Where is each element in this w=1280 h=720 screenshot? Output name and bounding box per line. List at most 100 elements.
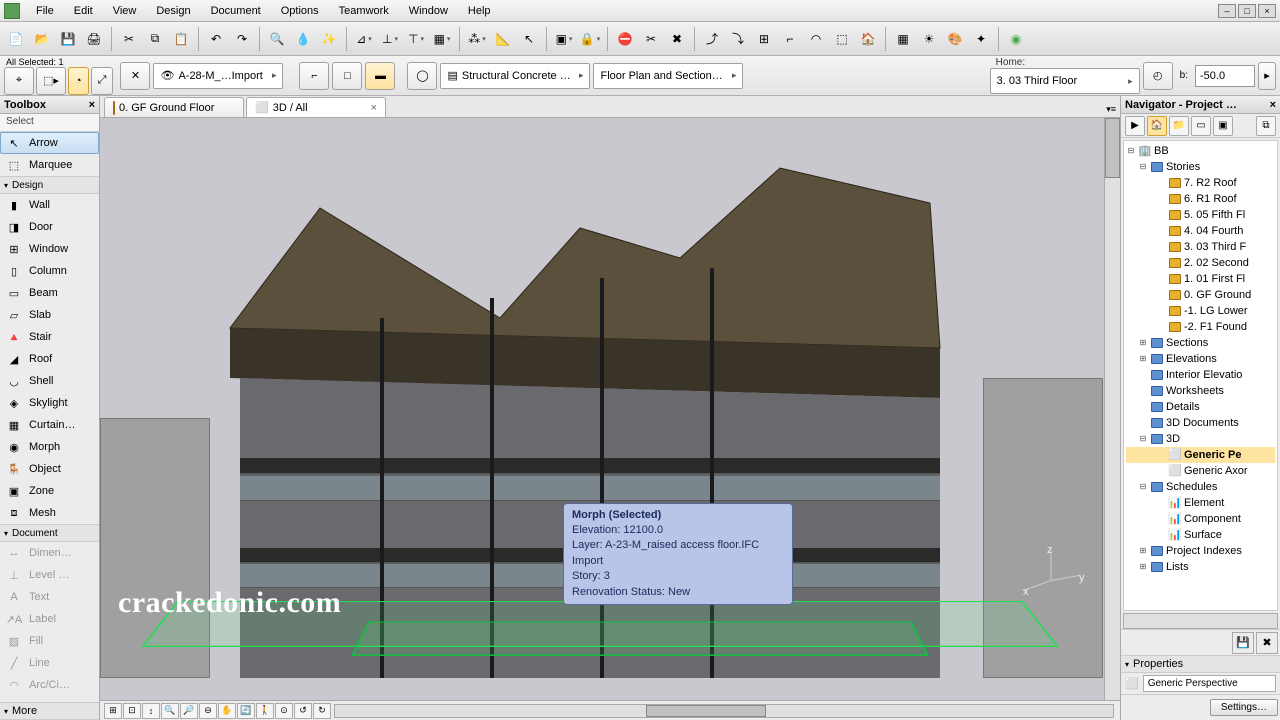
menu-view[interactable]: View <box>103 3 147 19</box>
guide4-icon[interactable]: ▦ <box>430 27 454 51</box>
tree-sched-element[interactable]: 📊Element <box>1126 495 1275 511</box>
save-icon[interactable]: 💾 <box>56 27 80 51</box>
op3-icon[interactable]: ⊞ <box>752 27 776 51</box>
eyedropper-icon[interactable]: 💧 <box>291 27 315 51</box>
tree-schedules[interactable]: ⊟Schedules <box>1126 479 1275 495</box>
op5-icon[interactable]: ◠ <box>804 27 828 51</box>
tool-mesh[interactable]: ⧈Mesh <box>0 502 99 524</box>
menu-file[interactable]: File <box>26 3 64 19</box>
ib-cross-btn[interactable]: ✕ <box>120 62 150 90</box>
vb-icon12[interactable]: ↻ <box>313 703 331 719</box>
tool-text[interactable]: AText <box>0 586 99 608</box>
nav-tb1[interactable]: ▶ <box>1125 116 1145 136</box>
tree-elevations[interactable]: ⊞Elevations <box>1126 351 1275 367</box>
op4-icon[interactable]: ⌐ <box>778 27 802 51</box>
new-icon[interactable]: 📄 <box>4 27 28 51</box>
vb-icon1[interactable]: ⊞ <box>104 703 122 719</box>
properties-value[interactable]: Generic Perspective <box>1143 675 1276 692</box>
menu-window[interactable]: Window <box>399 3 458 19</box>
maximize-button[interactable]: □ <box>1238 4 1256 18</box>
vb-icon3[interactable]: ↕ <box>142 703 160 719</box>
tool-stair[interactable]: 🔺Stair <box>0 326 99 348</box>
vb-icon8[interactable]: 🔄 <box>237 703 255 719</box>
tool-shell[interactable]: ◡Shell <box>0 370 99 392</box>
nav-tb5[interactable]: ▣ <box>1213 116 1233 136</box>
tool-window[interactable]: ⊞Window <box>0 238 99 260</box>
3d-viewport[interactable]: Morph (Selected) Elevation: 12100.0 Laye… <box>100 118 1120 700</box>
horizontal-scrollbar[interactable] <box>334 704 1114 718</box>
shape1-btn[interactable]: ⌐ <box>299 62 329 90</box>
tool-skylight[interactable]: ◈Skylight <box>0 392 99 414</box>
arrow-tool-icon[interactable]: ↖ <box>517 27 541 51</box>
vb-icon4[interactable]: 🔍 <box>161 703 179 719</box>
shape3-btn[interactable]: ▬ <box>365 62 395 90</box>
material-dropdown[interactable]: ▤ Structural Concrete … <box>440 63 590 89</box>
tool-arc[interactable]: ◠Arc/Ci… <box>0 674 99 696</box>
tool-dimension[interactable]: ↔Dimen… <box>0 542 99 564</box>
wand-icon[interactable]: ✨ <box>317 27 341 51</box>
render2-icon[interactable]: ☀ <box>917 27 941 51</box>
tool-zone[interactable]: ▣Zone <box>0 480 99 502</box>
cancel-icon[interactable]: ✖ <box>665 27 689 51</box>
measure-icon[interactable]: 📐 <box>491 27 515 51</box>
tree-interior[interactable]: Interior Elevatio <box>1126 367 1275 383</box>
project-tree[interactable]: ⊟🏢BB ⊟Stories 7. R2 Roof 6. R1 Roof 5. 0… <box>1123 140 1278 611</box>
op7-icon[interactable]: 🏠 <box>856 27 880 51</box>
tree-sections[interactable]: ⊞Sections <box>1126 335 1275 351</box>
nav-tb3[interactable]: 📁 <box>1169 116 1189 136</box>
redo-icon[interactable]: ↷ <box>230 27 254 51</box>
vb-icon7[interactable]: ✋ <box>218 703 236 719</box>
close-button[interactable]: × <box>1258 4 1276 18</box>
lock-icon[interactable]: 🔒 <box>578 27 602 51</box>
op1-icon[interactable]: ⤴ <box>700 27 724 51</box>
nav-tb6[interactable]: ⧉ <box>1256 116 1276 136</box>
menu-teamwork[interactable]: Teamwork <box>329 3 399 19</box>
tree-story-0[interactable]: 0. GF Ground <box>1126 287 1275 303</box>
tree-3d[interactable]: ⊟3D <box>1126 431 1275 447</box>
tool-fill[interactable]: ▨Fill <box>0 630 99 652</box>
b-value-field[interactable]: -50.0 <box>1195 65 1255 87</box>
ib-layer-btn[interactable]: ◔ <box>68 67 89 95</box>
tool-door[interactable]: ◨Door <box>0 216 99 238</box>
menu-design[interactable]: Design <box>146 3 200 19</box>
tool-morph[interactable]: ◉Morph <box>0 436 99 458</box>
tool-roof[interactable]: ◢Roof <box>0 348 99 370</box>
tool-object[interactable]: 🪑Object <box>0 458 99 480</box>
render4-icon[interactable]: ✦ <box>969 27 993 51</box>
tree-story-1[interactable]: 1. 01 First Fl <box>1126 271 1275 287</box>
tree-story-4[interactable]: 4. 04 Fourth <box>1126 223 1275 239</box>
vb-icon5[interactable]: 🔎 <box>180 703 198 719</box>
navigator-close-icon[interactable]: × <box>1270 99 1276 111</box>
tool-level[interactable]: ⊥Level … <box>0 564 99 586</box>
tree-3d-docs[interactable]: 3D Documents <box>1126 415 1275 431</box>
layer-dropdown[interactable]: 👁 A-28-M_…Import <box>153 63 283 89</box>
tree-sched-surface[interactable]: 📊Surface <box>1126 527 1275 543</box>
tool-label[interactable]: ↗ALabel <box>0 608 99 630</box>
nav-tb4[interactable]: ▭ <box>1191 116 1211 136</box>
view-dropdown[interactable]: Floor Plan and Section… <box>593 63 743 89</box>
undo-icon[interactable]: ↶ <box>204 27 228 51</box>
guide2-icon[interactable]: ⊥ <box>378 27 402 51</box>
tree-generic-axo[interactable]: ⬜Generic Axor <box>1126 463 1275 479</box>
tabs-menu-icon[interactable]: ▾≡ <box>1102 102 1120 117</box>
ib-btn1[interactable]: ⌖ <box>4 67 34 95</box>
tool-marquee[interactable]: ⬚Marquee <box>0 154 99 176</box>
tree-project-indexes[interactable]: ⊞Project Indexes <box>1126 543 1275 559</box>
vb-icon10[interactable]: ⊙ <box>275 703 293 719</box>
nav-delete-icon[interactable]: ✖ <box>1256 632 1278 654</box>
ib-mirror-btn[interactable]: ⤢ <box>91 67 114 95</box>
render3-icon[interactable]: 🎨 <box>943 27 967 51</box>
guide1-icon[interactable]: ⊿ <box>352 27 376 51</box>
tree-story-n2[interactable]: -2. F1 Found <box>1126 319 1275 335</box>
vb-icon2[interactable]: ⊡ <box>123 703 141 719</box>
b-go-btn[interactable]: ▸ <box>1258 62 1276 90</box>
toolbox-document-section[interactable]: Document <box>0 524 99 542</box>
toolbox-close-icon[interactable]: × <box>89 99 95 111</box>
tab-close-icon[interactable]: × <box>371 102 377 114</box>
tree-sched-component[interactable]: 📊Component <box>1126 511 1275 527</box>
op6-icon[interactable]: ⬚ <box>830 27 854 51</box>
toolbox-more-section[interactable]: More <box>0 702 99 720</box>
paste-icon[interactable]: 📋 <box>169 27 193 51</box>
ib-btn2[interactable]: ⬚▸ <box>36 67 66 95</box>
tree-story-n1[interactable]: -1. LG Lower <box>1126 303 1275 319</box>
